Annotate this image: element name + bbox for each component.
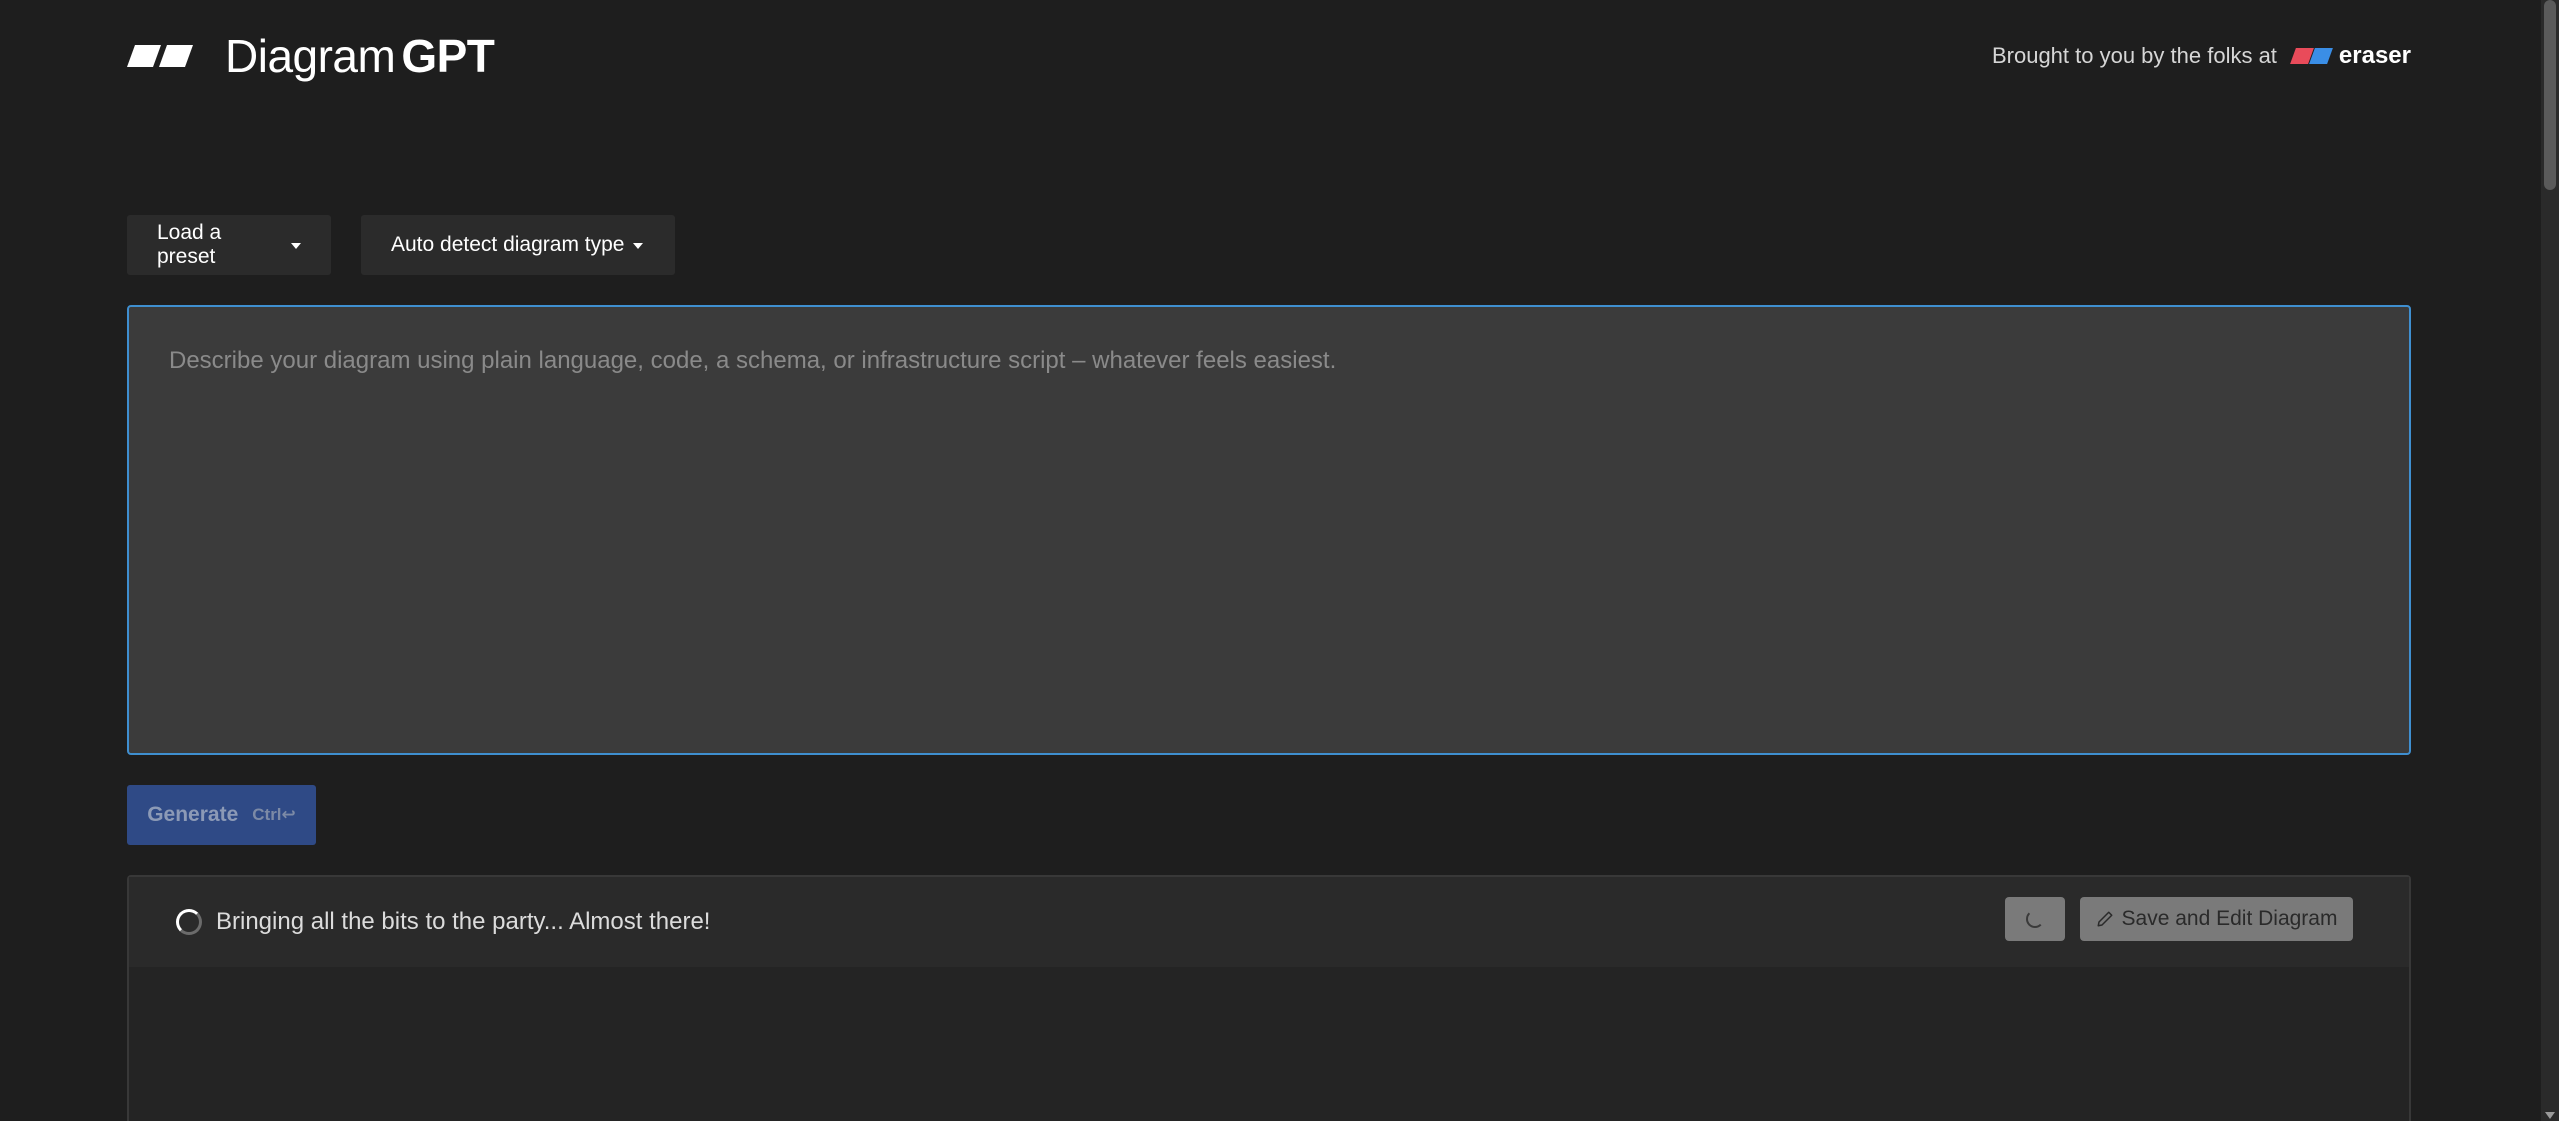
caret-down-icon bbox=[633, 243, 644, 249]
eraser-name: eraser bbox=[2338, 42, 2411, 69]
brand-name-light: Diagram bbox=[225, 30, 396, 82]
controls: Load a preset Auto detect diagram type bbox=[127, 215, 675, 275]
save-and-edit-label: Save and Edit Diagram bbox=[2121, 907, 2338, 930]
button-spinner-icon bbox=[2026, 910, 2044, 928]
eraser-logo-icon bbox=[2289, 47, 2333, 65]
generate-button[interactable]: Generate Ctrl↩ bbox=[127, 785, 316, 845]
caret-down-icon bbox=[291, 243, 301, 249]
load-preset-label: Load a preset bbox=[157, 221, 222, 268]
diagramgpt-logo-icon bbox=[126, 41, 197, 71]
diagram-type-label: Auto detect diagram type bbox=[391, 233, 625, 256]
scrollbar-thumb[interactable] bbox=[2544, 0, 2556, 190]
header: Diagram GPT Brought to you by the folks a… bbox=[126, 26, 2411, 86]
prompt-container bbox=[127, 305, 2411, 755]
page: Diagram GPT Brought to you by the folks a… bbox=[0, 0, 2559, 1121]
scroll-down-icon[interactable] bbox=[2545, 1112, 2555, 1119]
brand-title: Diagram GPT bbox=[225, 26, 495, 86]
credit: Brought to you by the folks at eraser bbox=[1992, 26, 2411, 86]
generate-shortcut: Ctrl↩ bbox=[252, 805, 296, 824]
diagram-type-dropdown[interactable]: Auto detect diagram type bbox=[361, 215, 675, 275]
result-actions: Save and Edit Diagram bbox=[2005, 897, 2353, 941]
loading-button[interactable] bbox=[2005, 897, 2065, 941]
diagram-prompt-input[interactable] bbox=[129, 307, 2409, 753]
brand[interactable]: Diagram GPT bbox=[126, 26, 495, 86]
loading-spinner-icon bbox=[176, 909, 202, 935]
result-panel: Bringing all the bits to the party... Al… bbox=[127, 875, 2411, 1121]
result-header: Bringing all the bits to the party... Al… bbox=[129, 877, 2409, 967]
eraser-link[interactable]: eraser bbox=[2289, 42, 2411, 70]
brand-name-bold: GPT bbox=[401, 30, 495, 82]
status-text: Bringing all the bits to the party... Al… bbox=[216, 908, 711, 935]
save-and-edit-button[interactable]: Save and Edit Diagram bbox=[2080, 897, 2353, 941]
pencil-icon bbox=[2097, 911, 2113, 927]
credit-text: Brought to you by the folks at bbox=[1991, 43, 2277, 68]
page-scrollbar[interactable] bbox=[2541, 0, 2559, 1121]
load-preset-dropdown[interactable]: Load a preset bbox=[127, 215, 331, 275]
generate-label: Generate bbox=[147, 803, 239, 826]
